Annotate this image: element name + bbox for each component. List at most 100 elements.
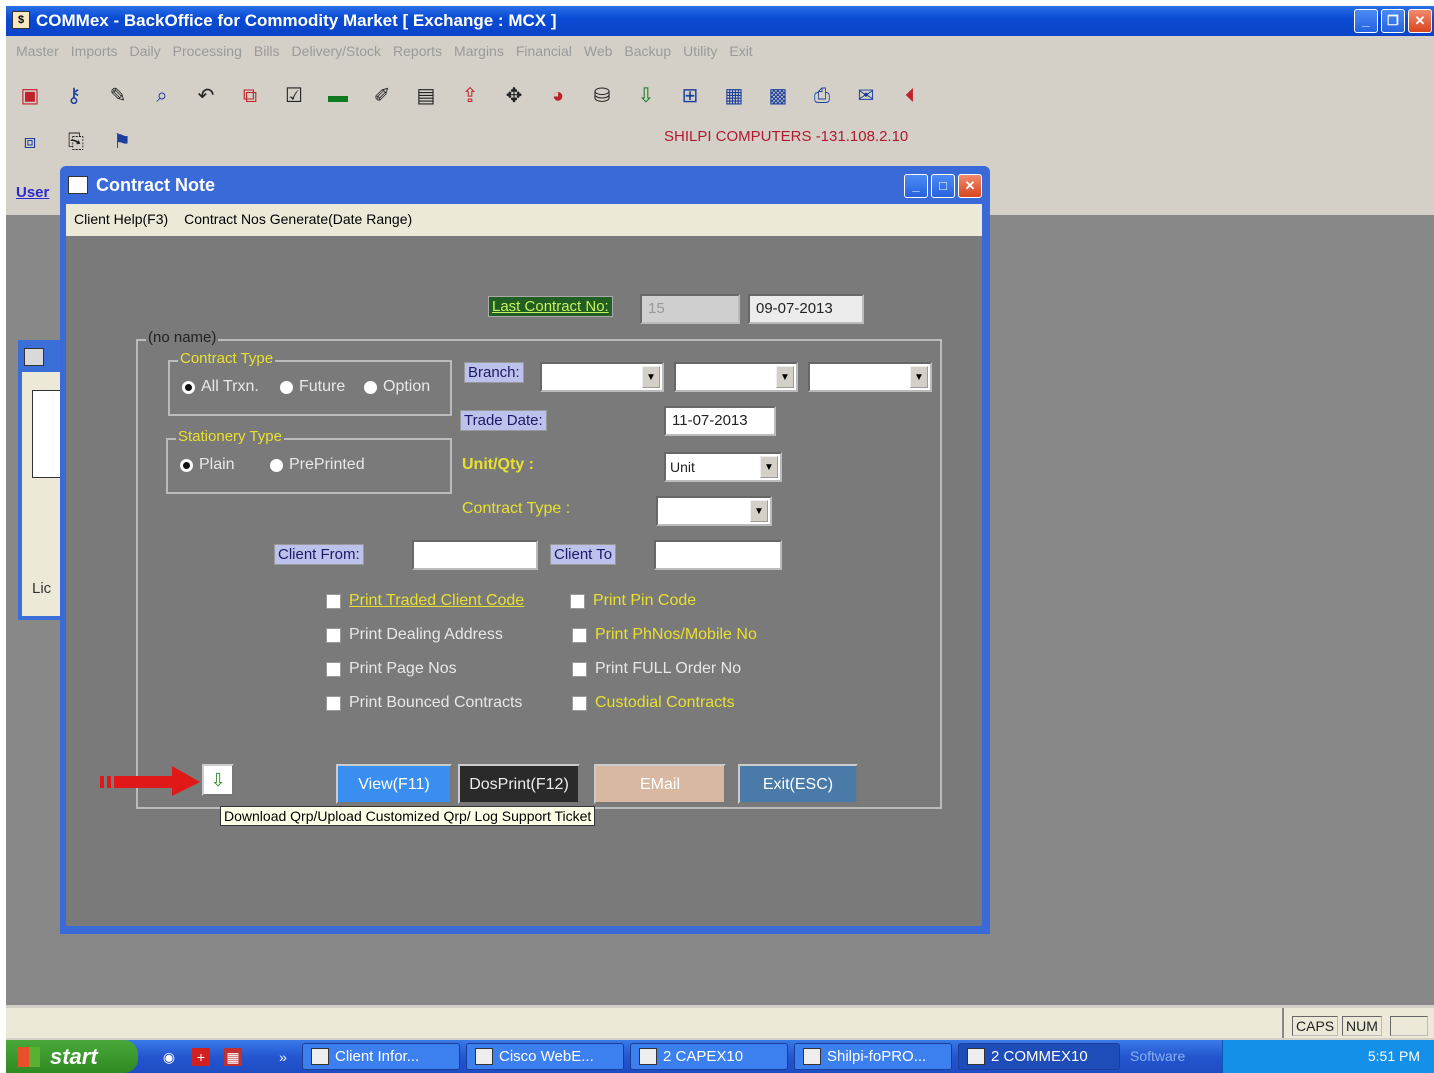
start-button[interactable]: start xyxy=(6,1040,138,1073)
mail-icon[interactable]: ✉ xyxy=(850,80,882,112)
upload-icon[interactable]: ⇪ xyxy=(454,80,486,112)
chart-icon[interactable]: ◕ xyxy=(542,80,574,112)
iat-icon[interactable]: ⚑ xyxy=(106,126,138,158)
checkbox-print-bounced-contracts[interactable]: Print Bounced Contracts xyxy=(326,694,522,712)
checkbox-box[interactable] xyxy=(572,695,587,711)
task-capex10[interactable]: 2 CAPEX10 xyxy=(630,1043,788,1070)
menu-delivery-stock[interactable]: Delivery/Stock xyxy=(288,38,385,64)
calculator-icon[interactable]: ▦ xyxy=(224,1048,242,1066)
checkbox-custodial-contracts[interactable]: Custodial Contracts xyxy=(572,694,735,712)
stack-icon[interactable]: ⛁ xyxy=(586,80,618,112)
dialog-minimize-button[interactable]: _ xyxy=(904,174,928,198)
task-shilpi-fopro[interactable]: Shilpi-foPRO... xyxy=(794,1043,952,1070)
radio-all-trxn[interactable]: All Trxn. xyxy=(182,378,259,396)
save-icon[interactable]: ▩ xyxy=(762,80,794,112)
dialog-maximize-button[interactable]: □ xyxy=(931,174,955,198)
client-to-field[interactable] xyxy=(654,540,782,570)
radio-preprinted[interactable]: PrePrinted xyxy=(270,456,365,474)
checkbox-print-phnos-mobile-no[interactable]: Print PhNos/Mobile No xyxy=(572,626,757,644)
checklist-icon[interactable]: ☑ xyxy=(278,80,310,112)
checkbox-print-page-nos[interactable]: Print Page Nos xyxy=(326,660,457,678)
radio-future[interactable]: Future xyxy=(280,378,345,396)
download-qrp-button[interactable]: ⇩ xyxy=(202,764,234,796)
grid-icon[interactable]: ⊞ xyxy=(674,80,706,112)
radio-option[interactable]: Option xyxy=(364,378,430,396)
print-preview-icon[interactable]: ⎙ xyxy=(806,80,838,112)
pen-icon[interactable]: ✎ xyxy=(102,80,134,112)
checkbox-print-traded-client-code[interactable]: Print Traded Client Code xyxy=(326,592,524,610)
close-button[interactable]: ✕ xyxy=(1408,9,1432,33)
checkbox-print-pin-code[interactable]: Print Pin Code xyxy=(570,592,696,610)
unit-qty-select[interactable]: Unit ▼ xyxy=(664,452,782,482)
app-icon xyxy=(803,1048,821,1065)
checkbox-box[interactable] xyxy=(326,661,341,677)
monitor-icon[interactable]: ▬ xyxy=(322,80,354,112)
chevron-down-icon[interactable]: ▼ xyxy=(750,500,768,522)
checkbox-box[interactable] xyxy=(570,593,585,609)
contract-type-select[interactable]: ▼ xyxy=(656,496,772,526)
quicklaunch-red-icon[interactable]: + xyxy=(192,1048,210,1066)
menu-processing[interactable]: Processing xyxy=(169,38,246,64)
client-from-label: Client From: xyxy=(274,544,364,565)
chevron-right-icon[interactable]: » xyxy=(274,1048,292,1066)
branch-select-2[interactable]: ▼ xyxy=(674,362,798,392)
checkbox-print-full-order-no[interactable]: Print FULL Order No xyxy=(572,660,741,678)
branch-select-1[interactable]: ▼ xyxy=(540,362,664,392)
download-icon[interactable]: ⇩ xyxy=(630,80,662,112)
last-contract-label[interactable]: Last Contract No: xyxy=(488,296,613,317)
user-label[interactable]: User xyxy=(16,184,49,201)
chevron-down-icon[interactable]: ▼ xyxy=(910,366,928,388)
exit-button[interactable]: Exit(ESC) xyxy=(738,764,858,804)
trade-date-field[interactable]: 11-07-2013 xyxy=(664,406,776,436)
windows-icon[interactable]: ⧈ xyxy=(14,126,46,158)
task-client-info[interactable]: Client Infor... xyxy=(302,1043,460,1070)
branch-select-3[interactable]: ▼ xyxy=(808,362,932,392)
find-icon[interactable]: ⌕ xyxy=(146,80,178,112)
checkbox-box[interactable] xyxy=(326,695,341,711)
client-from-field[interactable] xyxy=(412,540,538,570)
software-toolbar-label[interactable]: Software xyxy=(1130,1048,1185,1064)
menu-imports[interactable]: Imports xyxy=(67,38,122,64)
undo-icon[interactable]: ↶ xyxy=(190,80,222,112)
view-button[interactable]: View(F11) xyxy=(336,764,452,804)
checkbox-box[interactable] xyxy=(326,627,341,643)
pdf-icon[interactable]: ⎘ xyxy=(60,126,92,158)
menu-bills[interactable]: Bills xyxy=(250,38,284,64)
menu-utility[interactable]: Utility xyxy=(679,38,721,64)
menu-client-help[interactable]: Client Help(F3) xyxy=(74,211,168,229)
chevron-down-icon[interactable]: ▼ xyxy=(760,456,778,478)
chevron-down-icon[interactable]: ▼ xyxy=(642,366,660,388)
restore-button[interactable]: ❐ xyxy=(1381,9,1405,33)
copy-icon[interactable]: ⧉ xyxy=(234,80,266,112)
menu-master[interactable]: Master xyxy=(12,38,63,64)
document-icon[interactable]: ▤ xyxy=(410,80,442,112)
clock[interactable]: 5:51 PM xyxy=(1368,1048,1420,1064)
checkbox-box[interactable] xyxy=(572,627,587,643)
menu-reports[interactable]: Reports xyxy=(389,38,446,64)
dosprint-button[interactable]: DosPrint(F12) xyxy=(458,764,580,804)
ie-icon[interactable]: ◉ xyxy=(160,1048,178,1066)
task-cisco-webex[interactable]: Cisco WebE... xyxy=(466,1043,624,1070)
keys-icon[interactable]: ⚷ xyxy=(58,80,90,112)
report-icon[interactable]: ▦ xyxy=(718,80,750,112)
checkbox-box[interactable] xyxy=(326,593,341,609)
task-commex10[interactable]: 2 COMMEX10 xyxy=(958,1043,1120,1070)
dialog-close-button[interactable]: ✕ xyxy=(958,174,982,198)
menu-daily[interactable]: Daily xyxy=(125,38,164,64)
move-icon[interactable]: ✥ xyxy=(498,80,530,112)
checkbox-print-dealing-address[interactable]: Print Dealing Address xyxy=(326,626,503,644)
checkbox-box[interactable] xyxy=(572,661,587,677)
edit-icon[interactable]: ✐ xyxy=(366,80,398,112)
menu-margins[interactable]: Margins xyxy=(450,38,508,64)
menu-exit[interactable]: Exit xyxy=(725,38,756,64)
radio-plain[interactable]: Plain xyxy=(180,456,235,474)
logout-icon[interactable]: ⏴ xyxy=(894,80,926,112)
menu-contract-nos-generate[interactable]: Contract Nos Generate(Date Range) xyxy=(184,211,412,229)
menu-financial[interactable]: Financial xyxy=(512,38,576,64)
email-button[interactable]: EMail xyxy=(594,764,726,804)
menu-backup[interactable]: Backup xyxy=(620,38,675,64)
client-icon[interactable]: ▣ xyxy=(14,80,46,112)
menu-web[interactable]: Web xyxy=(580,38,617,64)
minimize-button[interactable]: _ xyxy=(1354,9,1378,33)
chevron-down-icon[interactable]: ▼ xyxy=(776,366,794,388)
